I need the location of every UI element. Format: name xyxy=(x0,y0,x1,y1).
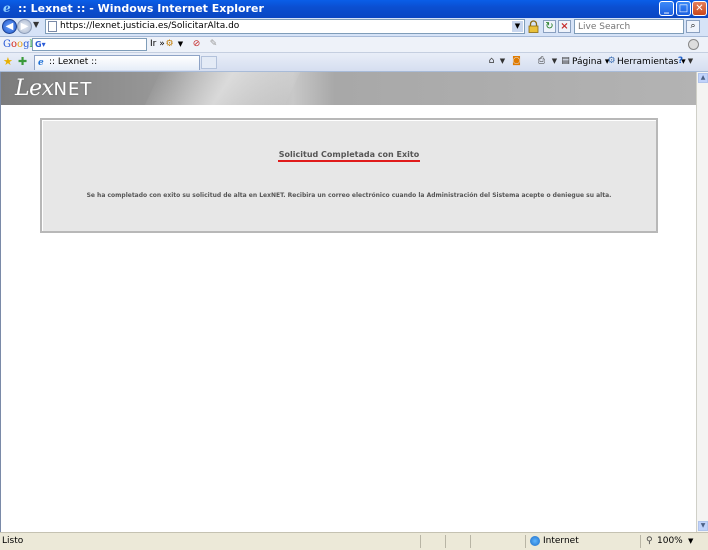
vertical-scrollbar[interactable]: ▲ ▼ xyxy=(696,72,708,532)
feeds-icon[interactable]: ◙ xyxy=(511,56,522,67)
status-bar: Listo Internet ⚲ 100% ▼ xyxy=(0,532,708,550)
home-icon[interactable]: ⌂ xyxy=(486,56,497,67)
status-text: Listo xyxy=(2,536,24,546)
lexnet-banner: LexNET xyxy=(1,72,696,105)
print-icon[interactable]: ⎙ xyxy=(536,56,547,67)
google-search-input[interactable]: G▾ xyxy=(32,38,147,51)
window-title: :: Lexnet :: - Windows Internet Explorer xyxy=(18,2,264,15)
google-go-button[interactable]: Ir » xyxy=(150,38,165,51)
address-input[interactable]: https://lexnet.justicia.es/SolicitarAlta… xyxy=(45,19,525,34)
popup-blocker-icon[interactable]: ⊘ xyxy=(191,39,202,50)
page-menu-button[interactable]: Página ▾ xyxy=(572,55,609,69)
scroll-down-icon[interactable]: ▼ xyxy=(698,521,708,531)
print-dropdown-icon[interactable]: ▼ xyxy=(549,56,560,67)
help-dropdown-icon[interactable]: ▼ xyxy=(685,56,696,67)
title-bar: e :: Lexnet :: - Windows Internet Explor… xyxy=(0,0,708,18)
tab-lexnet[interactable]: e :: Lexnet :: xyxy=(34,55,200,70)
tab-bar: ★ ✚ e :: Lexnet :: ⌂ ▼ ◙ ⎙ ▼ ▤ Página ▾ … xyxy=(0,53,708,72)
toolbar-tool-icon[interactable]: ⚙ xyxy=(164,39,175,50)
zoom-icon[interactable]: ⚲ xyxy=(646,533,653,549)
google-toolbar: Google G▾ Ir » ⚙ ▼ ⊘ ✎ xyxy=(0,37,708,53)
security-zone-text: Internet xyxy=(543,536,579,546)
message-body: Se ha completado con exito su solicitud … xyxy=(86,192,612,199)
minimize-button[interactable]: _ xyxy=(659,1,674,16)
pencil-icon[interactable]: ✎ xyxy=(208,39,219,50)
search-icon[interactable]: ⌕ xyxy=(686,20,700,33)
message-panel: Solicitud Completada con Exito Se ha com… xyxy=(40,118,658,233)
refresh-button[interactable]: ↻ xyxy=(543,20,556,33)
internet-zone-icon xyxy=(530,536,540,546)
page-icon xyxy=(48,21,57,32)
back-button[interactable]: ◀ xyxy=(2,19,17,34)
page-content: LexNET Solicitud Completada con Exito Se… xyxy=(0,72,696,532)
live-search-input[interactable] xyxy=(574,19,684,34)
zoom-level[interactable]: 100% xyxy=(657,533,683,549)
toolbar-options-icon[interactable] xyxy=(688,39,699,50)
favorites-star-icon[interactable]: ★ xyxy=(3,55,13,68)
tab-page-icon: e xyxy=(38,58,44,68)
address-toolbar: ◀ ▶ ▼ https://lexnet.justicia.es/Solicit… xyxy=(0,18,708,37)
address-dropdown-icon[interactable]: ▼ xyxy=(512,21,523,32)
page-menu-icon: ▤ xyxy=(561,56,570,66)
home-dropdown-icon[interactable]: ▼ xyxy=(497,56,508,67)
close-button[interactable]: ✕ xyxy=(692,1,707,16)
tools-gear-icon: ⚙ xyxy=(607,56,616,66)
recent-pages-dropdown-icon[interactable]: ▼ xyxy=(33,20,39,29)
maximize-button[interactable]: □ xyxy=(676,1,691,16)
tab-label: :: Lexnet :: xyxy=(49,57,98,67)
lexnet-logo: LexNET xyxy=(15,76,93,101)
forward-button[interactable]: ▶ xyxy=(17,19,32,34)
lock-icon[interactable] xyxy=(528,20,539,33)
ie-logo-icon: e xyxy=(3,1,11,15)
zoom-dropdown-icon[interactable]: ▼ xyxy=(688,533,693,549)
stop-button[interactable]: × xyxy=(558,20,571,33)
new-tab-button[interactable] xyxy=(201,56,217,69)
message-title: Solicitud Completada con Exito xyxy=(42,150,656,162)
toolbar-dropdown-icon[interactable]: ▼ xyxy=(175,39,186,50)
add-favorites-icon[interactable]: ✚ xyxy=(18,55,27,68)
scroll-up-icon[interactable]: ▲ xyxy=(698,73,708,83)
url-text: https://lexnet.justicia.es/SolicitarAlta… xyxy=(60,21,240,31)
